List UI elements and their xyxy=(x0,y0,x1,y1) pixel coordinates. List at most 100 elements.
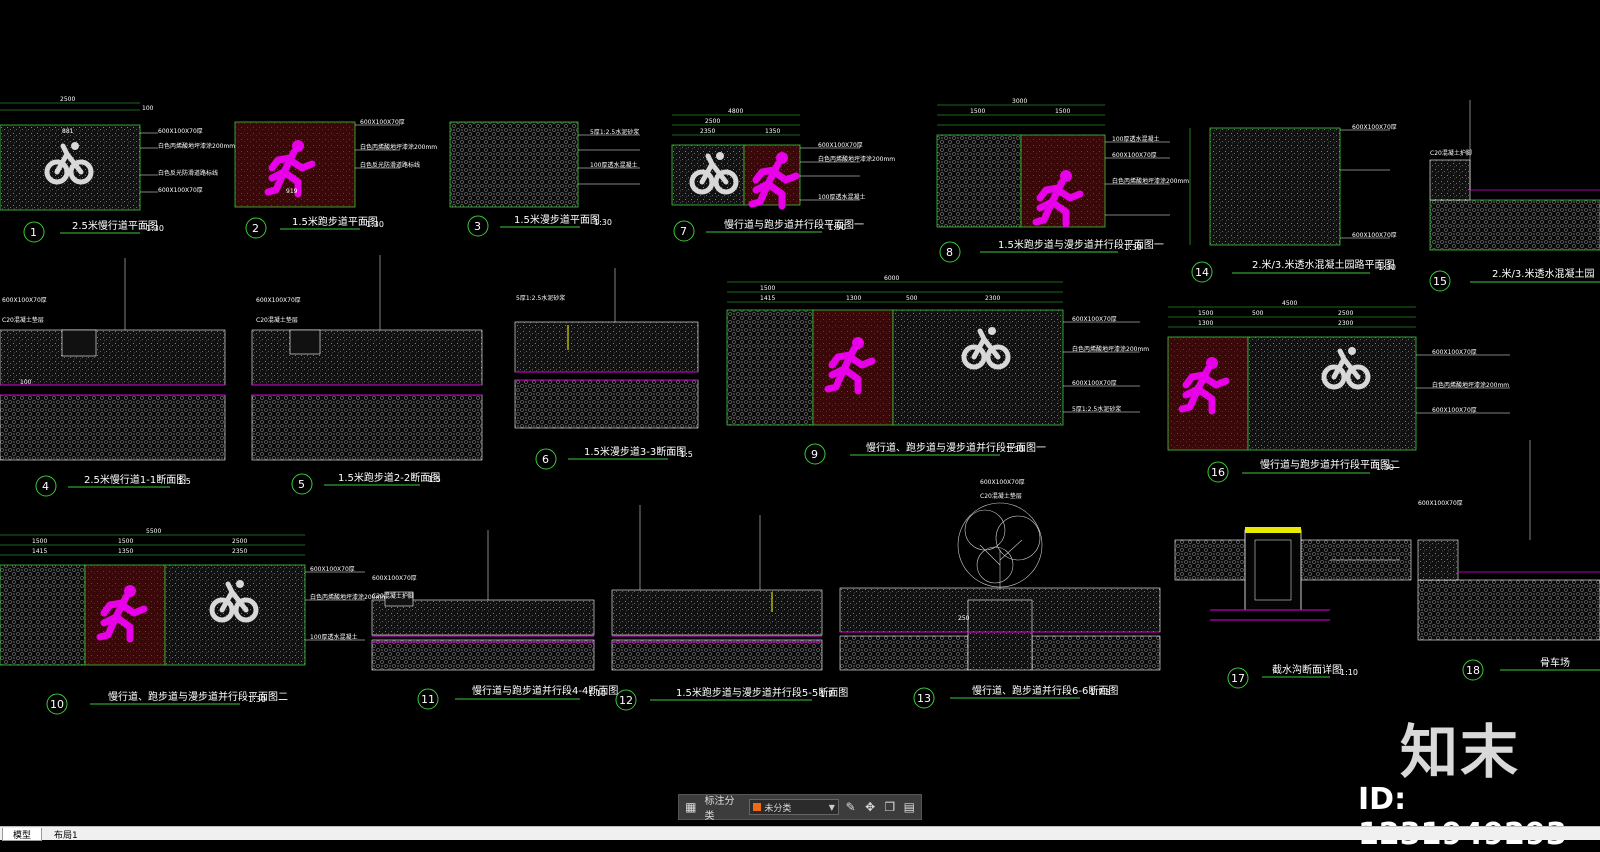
drawing-scale: 1:30 xyxy=(146,224,164,233)
annotation-category-label: 标注分类 xyxy=(704,796,735,822)
category-selected-value: 未分类 xyxy=(764,803,792,814)
drawing-number: 14 xyxy=(1195,266,1209,279)
callout-text: 600X100X70厚 xyxy=(980,479,1025,486)
dim-label: 1415 xyxy=(760,295,775,302)
callout-text: 600X100X70厚 xyxy=(1418,500,1463,507)
callout-text: 白色丙烯酸地坪漆涂200mm xyxy=(818,155,895,163)
dim-label: 1500 xyxy=(1055,108,1070,115)
tab-layout1[interactable]: 布局1 xyxy=(44,828,88,841)
drawing-scale: 1:50 xyxy=(828,223,846,232)
callout-text: 白色丙烯酸地坪漆涂200mm xyxy=(1112,177,1189,185)
drawing-title: 2.5米慢行道1-1断面图 xyxy=(84,473,186,486)
dim-label: 1350 xyxy=(118,548,133,555)
callout-text: 白色反光防滑道路标线 xyxy=(158,169,218,177)
grid-icon[interactable]: ▦ xyxy=(683,799,699,815)
dim-label: 4500 xyxy=(1282,300,1297,307)
drawing-number: 10 xyxy=(50,698,64,711)
dim-label: 1300 xyxy=(846,295,861,302)
dim-label: 100 xyxy=(20,379,32,386)
callout-text: 600X100X70厚 xyxy=(372,575,417,582)
callout-text: 白色丙烯酸地坪漆涂200mm xyxy=(158,142,235,150)
callout-text: 100厚透水混凝土 xyxy=(1112,135,1159,143)
layout-tab-bar: 模型 布局1 xyxy=(0,826,1600,841)
callout-text: C20混凝土垫层 xyxy=(2,316,44,324)
edit-icon[interactable]: ✎ xyxy=(843,799,859,815)
drawing-3-plan: 5厚1:2.5水泥砂浆 100厚透水混凝土 3 1.5米漫步道平面图 1:30 xyxy=(449,121,640,237)
callout-text: 100厚透水混凝土 xyxy=(590,161,637,169)
callout-text: 600X100X70厚 xyxy=(2,297,47,304)
dim-label: 1350 xyxy=(765,128,780,135)
cad-canvas[interactable]: 2500 100 881 600X100X70厚 白色丙烯酸地坪漆涂200mm … xyxy=(0,0,1600,826)
paste-icon[interactable]: ▤ xyxy=(901,799,917,815)
callout-text: 100厚透水混凝土 xyxy=(310,633,357,641)
drawing-scale: 1:30 xyxy=(1124,243,1142,252)
dim-label: 1500 xyxy=(1198,310,1213,317)
drawing-number: 1 xyxy=(30,226,37,239)
callout-text: 600X100X70厚 xyxy=(818,142,863,149)
drawing-4-section: 600X100X70厚 C20混凝土垫层 100 4 2.5米慢行道1-1断面图… xyxy=(0,258,226,497)
callout-text: 600X100X70厚 xyxy=(360,119,405,126)
tree-icon xyxy=(957,502,1043,590)
dim-label: 2300 xyxy=(985,295,1000,302)
dim-label: 1500 xyxy=(32,538,47,545)
dim-label: 4800 xyxy=(728,108,743,115)
drawing-2-plan: 600X100X70厚 白色丙烯酸地坪漆涂200mm 白色反光防滑道路标线 91… xyxy=(234,119,437,239)
callout-text: 白色反光防滑道路标线 xyxy=(360,161,420,169)
callout-text: 白色丙烯酸地坪漆涂200mm xyxy=(1432,381,1509,389)
dim-label: 6000 xyxy=(884,275,899,282)
dim-label: 2500 xyxy=(705,118,720,125)
drawing-scale: 1:7.5 xyxy=(1090,688,1111,697)
callout-text: 5厚1:2.5水泥砂浆 xyxy=(516,294,565,302)
drawing-17-detail: 17 截水沟断面详图 1:10 xyxy=(1174,527,1412,689)
dim-label: 3000 xyxy=(1012,98,1027,105)
callout-text: 600X100X70厚 xyxy=(1072,380,1117,387)
drawing-8-plan: 3000 1500 1500 100厚透水混凝土 600X100X70厚 白色丙… xyxy=(936,98,1189,263)
drawing-7-plan: 4800 2500 2350 1350 600X100X70厚 白色丙烯酸地坪漆… xyxy=(671,108,895,242)
copy-icon[interactable]: ❐ xyxy=(882,799,898,815)
drawing-9-plan: 6000 1500 1415 1300 500 2300 600X100X70厚… xyxy=(726,275,1149,465)
move-icon[interactable]: ✥ xyxy=(862,799,878,815)
category-color-swatch xyxy=(753,803,762,811)
drawing-title: 骨车场 xyxy=(1540,656,1570,669)
dim-label: 2500 xyxy=(60,96,75,103)
dim-label: 5500 xyxy=(146,528,161,535)
drawing-scale: 1:5 xyxy=(680,450,693,459)
drawing-6-section: 5厚1:2.5水泥砂浆 6 1.5米漫步道3-3断面图 1:5 xyxy=(514,268,699,470)
brand-logo: 知末 xyxy=(1400,718,1521,786)
annotation-category-select[interactable]: 未分类 ▼ xyxy=(749,799,839,815)
callout-text: 600X100X70厚 xyxy=(1072,316,1117,323)
drawing-16-plan: 4500 1500 500 2500 1300 2300 600X100X70厚… xyxy=(1167,300,1510,483)
callout-text: 600X100X70厚 xyxy=(1352,124,1397,131)
callout-text: C20混凝土垫层 xyxy=(256,316,298,324)
dim-label: 2500 xyxy=(232,538,247,545)
drawing-scale: 1:10 xyxy=(588,689,606,698)
dim-label: 1500 xyxy=(970,108,985,115)
drawing-scale: 1:30 xyxy=(1376,463,1394,472)
callout-text: C20混凝土垫层 xyxy=(980,492,1022,500)
drawing-number: 16 xyxy=(1211,466,1225,479)
drawing-scale: 1:30 xyxy=(366,220,384,229)
drawing-number: 12 xyxy=(619,694,633,707)
dim-label: 1415 xyxy=(32,548,47,555)
drawing-scale: 1:30 xyxy=(594,218,612,227)
dim-label: 919 xyxy=(286,188,298,195)
brand-id: ID: 1231949293 xyxy=(1358,782,1567,852)
drawing-title: 2.米/3.米透水混凝土园 xyxy=(1492,267,1594,280)
dim-label: 881 xyxy=(62,128,74,135)
callout-text: 5厚1:2.5水泥砂浆 xyxy=(1072,405,1121,413)
drawing-5-section: 600X100X70厚 C20混凝土垫层 5 1.5米跑步道2-2断面图 1:5 xyxy=(251,255,483,495)
dim-label: 2350 xyxy=(232,548,247,555)
callout-text: 600X100X70厚 xyxy=(1352,232,1397,239)
callout-text: C20混凝土护脚 xyxy=(1430,149,1472,157)
callout-text: 白色丙烯酸地坪漆涂200mm xyxy=(1072,345,1149,353)
drawing-title: 2.米/3.米透水混凝土园路平面图 xyxy=(1252,258,1394,271)
drawing-13-section: 250 600X100X70厚 C20混凝土垫层 13 慢行道、跑步道并行段6-… xyxy=(839,479,1161,709)
drawing-15-section: C20混凝土护脚 15 2.米/3.米透水混凝土园 xyxy=(1429,100,1600,292)
drawing-number: 17 xyxy=(1231,672,1245,685)
callout-text: 600X100X70厚 xyxy=(256,297,301,304)
drawing-14-plan: 600X100X70厚 600X100X70厚 14 2.米/3.米透水混凝土园… xyxy=(1189,124,1397,283)
tab-model[interactable]: 模型 xyxy=(2,828,43,841)
callout-text: 600X100X70厚 xyxy=(158,187,203,194)
annotation-toolbar: ▦ 标注分类 未分类 ▼ ✎ ✥ ❐ ▤ xyxy=(678,794,922,822)
callout-text: 600X100X70厚 xyxy=(1432,407,1477,414)
